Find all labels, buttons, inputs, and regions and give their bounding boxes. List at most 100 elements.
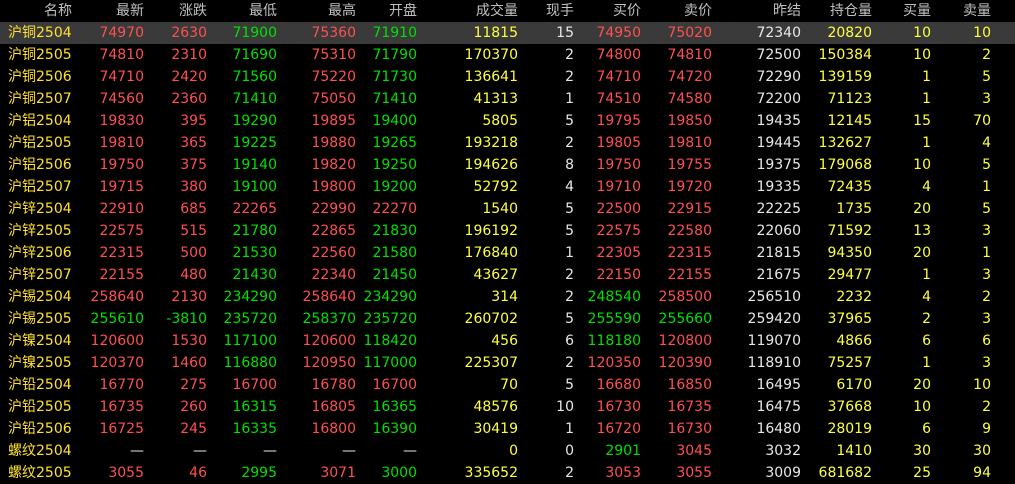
quote-row[interactable]: 螺纹2505 3055 46 2995 3071 3000 335652 2 3053 3055 3… — [0, 462, 1015, 484]
bid-price-cell: 22305 — [596, 245, 641, 261]
ask-volume-cell: 1 — [982, 179, 991, 195]
bid-price-cell: 255590 — [587, 311, 641, 327]
header-ask[interactable]: 卖价 — [684, 0, 712, 22]
bid-volume-cell: 1 — [922, 69, 931, 85]
header-current-hand[interactable]: 现手 — [546, 0, 574, 22]
quote-row[interactable]: 螺纹2504 — — — — — 0 0 2901 3045 3032 1410 30 30 — [0, 440, 1015, 462]
volume-cell: 1540 — [482, 201, 518, 217]
open-interest-cell: 179068 — [818, 157, 872, 173]
open-price-cell: — — [403, 443, 417, 459]
open-interest-cell: 71123 — [827, 91, 872, 107]
change-cell: 375 — [180, 157, 207, 173]
open-price-cell: 71790 — [372, 47, 417, 63]
quote-row[interactable]: 沪铝2505 19810 365 19225 19880 19265 193218 2 1980… — [0, 132, 1015, 154]
quote-row[interactable]: 沪铝2506 19750 375 19140 19820 19250 194626 8 1975… — [0, 154, 1015, 176]
open-interest-cell: 37668 — [827, 399, 872, 415]
quote-row[interactable]: 沪铜2504 74970 2630 71900 75360 71910 11815 15 749… — [0, 22, 1015, 44]
ask-price-cell: 19720 — [667, 179, 712, 195]
header-ask-volume[interactable]: 卖量 — [963, 0, 991, 22]
header-open-interest[interactable]: 持仓量 — [830, 0, 872, 22]
last-price-cell: 74810 — [99, 47, 144, 63]
quote-row[interactable]: 沪镍2504 120600 1530 117100 120600 118420 456 6 11… — [0, 330, 1015, 352]
bid-price-cell: 74950 — [596, 25, 641, 41]
quote-row[interactable]: 沪锡2505 255610 -3810 235720 258370 235720 26070… — [0, 308, 1015, 330]
last-price-cell: 120370 — [90, 355, 144, 371]
bid-price-cell: 16680 — [596, 377, 641, 393]
header-low[interactable]: 最低 — [249, 0, 277, 22]
change-cell: — — [193, 443, 207, 459]
prev-settle-cell: 118910 — [747, 355, 801, 371]
bid-volume-cell: 13 — [913, 223, 931, 239]
quote-row[interactable]: 沪锌2505 22575 515 21780 22865 21830 196192 5 2257… — [0, 220, 1015, 242]
quote-row[interactable]: 沪铜2505 74810 2310 71690 75310 71790 170370 2 748… — [0, 44, 1015, 66]
header-last[interactable]: 最新 — [116, 0, 144, 22]
last-price-cell: 16770 — [99, 377, 144, 393]
contract-name: 沪铝2507 — [8, 179, 72, 195]
quote-row[interactable]: 沪锌2506 22315 500 21530 22560 21580 176840 1 2230… — [0, 242, 1015, 264]
quote-row[interactable]: 沪铅2506 16725 245 16335 16800 16390 30419 1 16720… — [0, 418, 1015, 440]
volume-cell: 0 — [509, 443, 518, 459]
current-hand-cell: 0 — [565, 443, 574, 459]
quote-row[interactable]: 沪铅2504 16770 275 16700 16780 16700 70 5 16680 168… — [0, 374, 1015, 396]
quote-row[interactable]: 沪锌2504 22910 685 22265 22990 22270 1540 5 22500 2… — [0, 198, 1015, 220]
bid-price-cell: 74710 — [596, 69, 641, 85]
change-cell: 685 — [180, 201, 207, 217]
header-bid[interactable]: 买价 — [613, 0, 641, 22]
ask-volume-cell: 70 — [973, 113, 991, 129]
high-price-cell: 22560 — [311, 245, 356, 261]
header-open[interactable]: 开盘 — [389, 0, 417, 22]
header-volume[interactable]: 成交量 — [476, 0, 518, 22]
quote-row[interactable]: 沪锌2507 22155 480 21430 22340 21450 43627 2 22150… — [0, 264, 1015, 286]
high-price-cell: 22865 — [311, 223, 356, 239]
open-interest-cell: 71592 — [827, 223, 872, 239]
header-prev-settle[interactable]: 昨结 — [773, 0, 801, 22]
contract-name: 沪铜2507 — [8, 91, 72, 107]
quote-row[interactable]: 沪铜2507 74560 2360 71410 75050 71410 41313 1 7451… — [0, 88, 1015, 110]
quote-row[interactable]: 沪镍2505 120370 1460 116880 120950 117000 225307… — [0, 352, 1015, 374]
prev-settle-cell: 3032 — [765, 443, 801, 459]
ask-price-cell: 120800 — [658, 333, 712, 349]
low-price-cell: 16700 — [232, 377, 277, 393]
contract-name: 沪铜2505 — [8, 47, 72, 63]
ask-volume-cell: 6 — [982, 333, 991, 349]
bid-volume-cell: 1 — [922, 135, 931, 151]
ask-price-cell: 255660 — [658, 311, 712, 327]
ask-volume-cell: 3 — [982, 223, 991, 239]
prev-settle-cell: 21675 — [756, 267, 801, 283]
bid-price-cell: 19805 — [596, 135, 641, 151]
header-bid-volume[interactable]: 买量 — [903, 0, 931, 22]
quote-row[interactable]: 沪铜2506 74710 2420 71560 75220 71730 136641 2 747… — [0, 66, 1015, 88]
header-high[interactable]: 最高 — [328, 0, 356, 22]
current-hand-cell: 15 — [556, 25, 574, 41]
bid-price-cell: 19710 — [596, 179, 641, 195]
current-hand-cell: 2 — [565, 289, 574, 305]
high-price-cell: 258370 — [302, 311, 356, 327]
contract-name: 沪锡2505 — [8, 311, 72, 327]
change-cell: 480 — [180, 267, 207, 283]
ask-volume-cell: 9 — [982, 421, 991, 437]
ask-price-cell: 74810 — [667, 47, 712, 63]
bid-price-cell: 118180 — [587, 333, 641, 349]
header-change[interactable]: 涨跌 — [179, 0, 207, 22]
quote-row[interactable]: 沪锡2504 258640 2130 234290 258640 234290 314 2 24… — [0, 286, 1015, 308]
current-hand-cell: 1 — [565, 91, 574, 107]
open-price-cell: 21580 — [372, 245, 417, 261]
current-hand-cell: 5 — [565, 311, 574, 327]
ask-volume-cell: 3 — [982, 267, 991, 283]
ask-volume-cell: 2 — [982, 399, 991, 415]
low-price-cell: 21530 — [232, 245, 277, 261]
quote-row[interactable]: 沪铝2507 19715 380 19100 19800 19200 52792 4 19710… — [0, 176, 1015, 198]
high-price-cell: 16805 — [311, 399, 356, 415]
open-interest-cell: 4866 — [836, 333, 872, 349]
high-price-cell: 16800 — [311, 421, 356, 437]
prev-settle-cell: 72500 — [756, 47, 801, 63]
quote-row[interactable]: 沪铝2504 19830 395 19290 19895 19400 5805 5 19795 1… — [0, 110, 1015, 132]
last-price-cell: 255610 — [90, 311, 144, 327]
change-cell: 380 — [180, 179, 207, 195]
ask-price-cell: 19755 — [667, 157, 712, 173]
header-name[interactable]: 名称 — [44, 0, 72, 22]
volume-cell: 5805 — [482, 113, 518, 129]
volume-cell: 194626 — [464, 157, 518, 173]
quote-row[interactable]: 沪铅2505 16735 260 16315 16805 16365 48576 10 1673… — [0, 396, 1015, 418]
bid-price-cell: 120350 — [587, 355, 641, 371]
